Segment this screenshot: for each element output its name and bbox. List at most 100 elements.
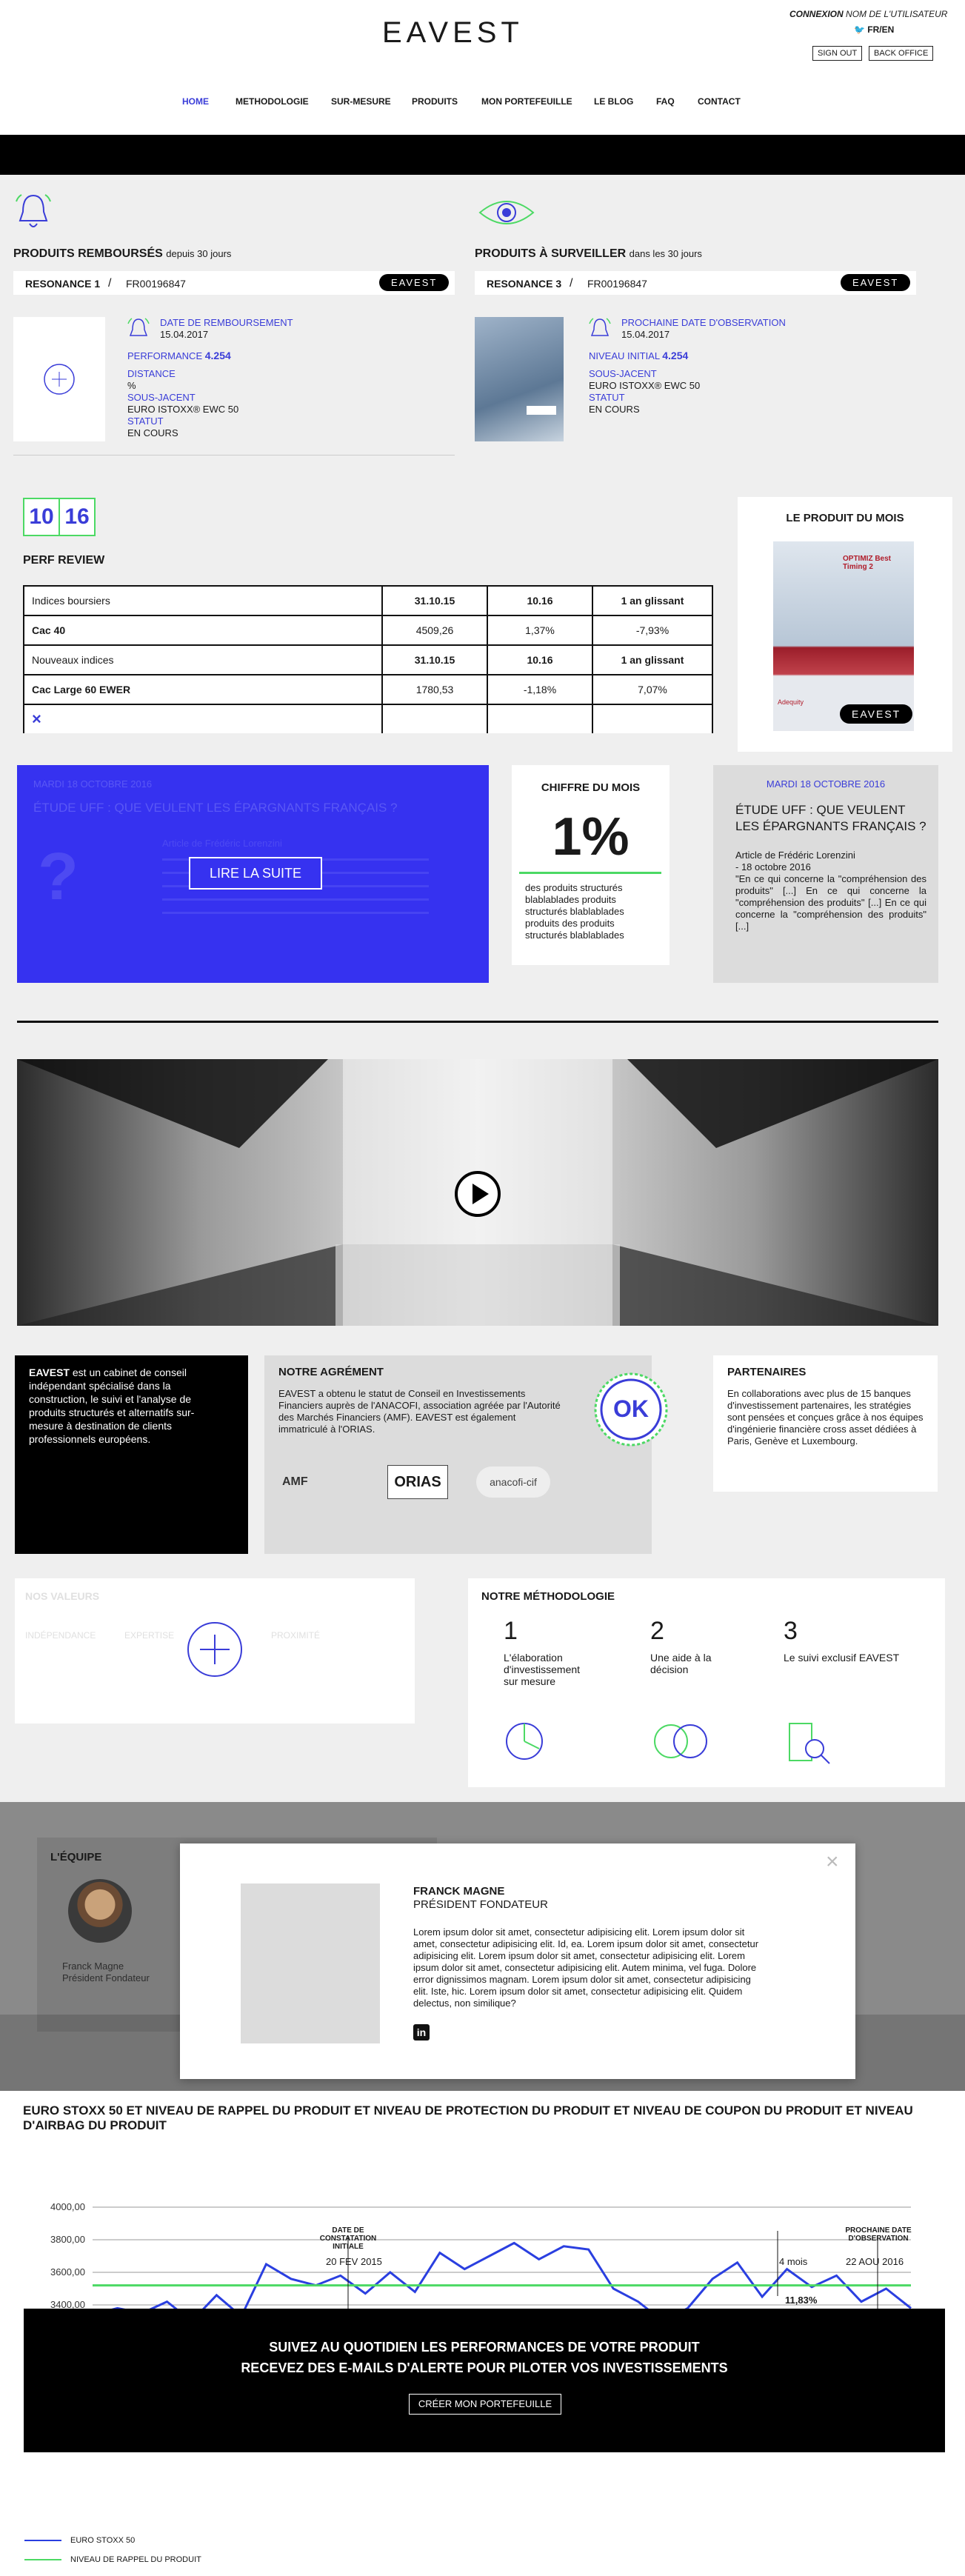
brand-tag: EAVEST bbox=[840, 704, 913, 724]
blog-byline: Article de Frédéric Lorenzini bbox=[162, 838, 282, 849]
blog-date-inline: - 18 octobre 2016 bbox=[735, 861, 811, 872]
nav-produits[interactable]: PRODUITS bbox=[412, 96, 458, 107]
nav-methodologie[interactable]: METHODOLOGIE bbox=[236, 96, 309, 107]
blog-date: MARDI 18 OCTOBRE 2016 bbox=[766, 778, 886, 790]
cta-banner: SUIVEZ AU QUOTIDIEN LES PERFORMANCES DE … bbox=[24, 2309, 945, 2452]
linkedin-icon[interactable]: in bbox=[413, 2024, 430, 2041]
product-thumb[interactable] bbox=[13, 317, 105, 441]
blog-date: MARDI 18 OCTOBRE 2016 bbox=[33, 778, 153, 790]
product-name: RESONANCE 1 bbox=[25, 278, 101, 290]
annot-months: 4 mois bbox=[779, 2256, 808, 2267]
blog-excerpt: "En ce qui concerne la "compréhension de… bbox=[735, 873, 926, 932]
avatar[interactable] bbox=[68, 1879, 132, 1943]
video-player[interactable] bbox=[17, 1059, 938, 1326]
statut-label: STATUT bbox=[589, 392, 625, 403]
lang-switch[interactable]: 🐦 FR/EN bbox=[854, 24, 894, 35]
methodo-step-3: 3 Le suivi exclusif EAVEST bbox=[784, 1617, 924, 1664]
rembourses-product-bar[interactable]: RESONANCE 1 / FR00196847 EAVEST bbox=[13, 271, 455, 295]
sous-jacent-label: SOUS-JACENT bbox=[127, 392, 196, 403]
partenaires-text: En collaborations avec plus de 15 banque… bbox=[727, 1388, 924, 1447]
close-icon[interactable]: × bbox=[23, 704, 383, 733]
ok-badge: OK bbox=[593, 1372, 669, 1447]
eye-icon bbox=[477, 194, 536, 235]
nav-contact[interactable]: CONTACT bbox=[698, 96, 741, 107]
blog-feature-blue[interactable]: MARDI 18 OCTOBRE 2016 ÉTUDE UFF : QUE VE… bbox=[17, 765, 489, 983]
date-label: DATE DE REMBOURSEMENT bbox=[160, 317, 293, 328]
series-euro-stoxx-line bbox=[92, 2241, 912, 2318]
perf-label: PERFORMANCE bbox=[127, 350, 203, 361]
nav-home[interactable]: HOME bbox=[182, 96, 209, 107]
sous-jacent-label: SOUS-JACENT bbox=[589, 368, 657, 379]
lang-label[interactable]: FR/EN bbox=[867, 24, 894, 35]
date-digits: 10 16 bbox=[23, 498, 96, 536]
close-icon[interactable]: × bbox=[826, 1849, 839, 1875]
line-chart: 4000,003800,003600,003400,00 bbox=[50, 2201, 912, 2318]
step-label: Une aide à la décision bbox=[650, 1652, 712, 1675]
valeurs-title: NOS VALEURS bbox=[25, 1590, 100, 1602]
blog-byline: Article de Frédéric Lorenzini bbox=[735, 850, 855, 861]
agrement-card: NOTRE AGRÉMENT EAVEST a obtenu le statut… bbox=[264, 1355, 668, 1554]
cta-line1: SUIVEZ AU QUOTIDIEN LES PERFORMANCES DE … bbox=[269, 2340, 700, 2355]
y-tick-label: 4000,00 bbox=[50, 2201, 85, 2212]
back-office-button[interactable]: BACK OFFICE bbox=[869, 46, 934, 61]
annot-right-date: 22 AOU 2016 bbox=[846, 2256, 904, 2267]
document-search-icon bbox=[785, 1721, 837, 1769]
annot-pct: 11,83% bbox=[785, 2295, 818, 2306]
member-role: Président Fondateur bbox=[62, 1972, 150, 1983]
modal-role: PRÉSIDENT FONDATEUR bbox=[413, 1898, 548, 1911]
perf-title: PERF REVIEW bbox=[23, 554, 105, 567]
play-icon[interactable] bbox=[454, 1170, 501, 1221]
y-tick-label: 3600,00 bbox=[50, 2266, 85, 2278]
user-name: NOM DE L'UTILISATEUR bbox=[846, 9, 948, 19]
nav-blog[interactable]: LE BLOG bbox=[594, 96, 633, 107]
member-photo-placeholder bbox=[241, 1883, 380, 2043]
cover-brand bbox=[527, 406, 556, 415]
perf-value: 4.254 bbox=[204, 350, 231, 361]
rembourses-title: PRODUITS REMBOURSÉS depuis 30 jours bbox=[13, 247, 231, 261]
blog-title: ÉTUDE UFF : QUE VEULENT LES ÉPARGNANTS F… bbox=[33, 801, 398, 815]
nav-sur-mesure[interactable]: SUR-MESURE bbox=[331, 96, 391, 107]
niveau-row: NIVEAU INITIAL 4.254 bbox=[589, 350, 826, 362]
annot-left-title: DATE DE CONSTATATION INITIALE bbox=[319, 2226, 377, 2251]
distance-label: DISTANCE bbox=[127, 368, 176, 379]
table-row: Cac Large 60 EWER 1780,53 -1,18% 7,07% bbox=[23, 674, 713, 705]
create-portfolio-button[interactable]: CRÉER MON PORTEFEUILLE bbox=[409, 2394, 561, 2415]
read-more-button[interactable]: LIRE LA SUITE bbox=[189, 857, 322, 890]
surveiller-product-bar[interactable]: RESONANCE 3 / FR00196847 EAVEST bbox=[475, 271, 916, 295]
annot-left: DATE DE CONSTATATION INITIALE bbox=[311, 2226, 385, 2251]
chiffre-title: CHIFFRE DU MOIS bbox=[541, 781, 641, 794]
valeur-proximite: PROXIMITÉ bbox=[271, 1630, 321, 1641]
section-divider bbox=[17, 1021, 938, 1023]
methodo-title: NOTRE MÉTHODOLOGIE bbox=[481, 1590, 615, 1603]
methodologie-card: NOTRE MÉTHODOLOGIE 1 L'élaboration d'inv… bbox=[468, 1578, 945, 1787]
nav-faq[interactable]: FAQ bbox=[656, 96, 675, 107]
cell: 31.10.15 bbox=[381, 585, 488, 616]
sign-out-button[interactable]: SIGN OUT bbox=[812, 46, 863, 61]
legend-swatch bbox=[24, 2559, 61, 2561]
cover-title: OPTIMIZ Best Timing 2 bbox=[843, 555, 892, 571]
produit-du-mois-card[interactable]: LE PRODUIT DU MOIS OPTIMIZ Best Timing 2… bbox=[738, 497, 952, 752]
step-label: Le suivi exclusif EAVEST bbox=[784, 1652, 900, 1664]
step-number: 1 bbox=[504, 1617, 518, 1645]
cell: 7,07% bbox=[592, 674, 713, 705]
add-icon[interactable] bbox=[187, 1621, 243, 1681]
blog-card[interactable]: MARDI 18 OCTOBRE 2016 ÉTUDE UFF : QUE VE… bbox=[713, 765, 938, 983]
cell bbox=[592, 704, 713, 733]
twitter-icon[interactable]: 🐦 bbox=[854, 24, 865, 35]
step-number: 3 bbox=[784, 1617, 798, 1645]
brand-tag: EAVEST bbox=[379, 274, 450, 291]
legend-label: EURO STOXX 50 bbox=[70, 2536, 136, 2545]
date-value: 15.04.2017 bbox=[621, 329, 670, 340]
valeur-independance: INDÉPENDANCE bbox=[25, 1630, 96, 1641]
logo[interactable]: EAVEST bbox=[382, 16, 524, 50]
product-cover-image[interactable] bbox=[475, 317, 564, 441]
produit-cover: OPTIMIZ Best Timing 2 Adequity bbox=[773, 541, 914, 731]
divider bbox=[13, 455, 455, 456]
cover-sub: Adequity bbox=[778, 698, 804, 706]
nav-portefeuille[interactable]: MON PORTEFEUILLE bbox=[481, 96, 572, 107]
cell: 1,37% bbox=[487, 615, 593, 646]
separator: / bbox=[108, 277, 112, 290]
team-modal: × FRANCK MAGNE PRÉSIDENT FONDATEUR Lorem… bbox=[180, 1843, 855, 2079]
cell: Indices boursiers bbox=[23, 585, 383, 616]
product-isin: FR00196847 bbox=[126, 278, 186, 290]
